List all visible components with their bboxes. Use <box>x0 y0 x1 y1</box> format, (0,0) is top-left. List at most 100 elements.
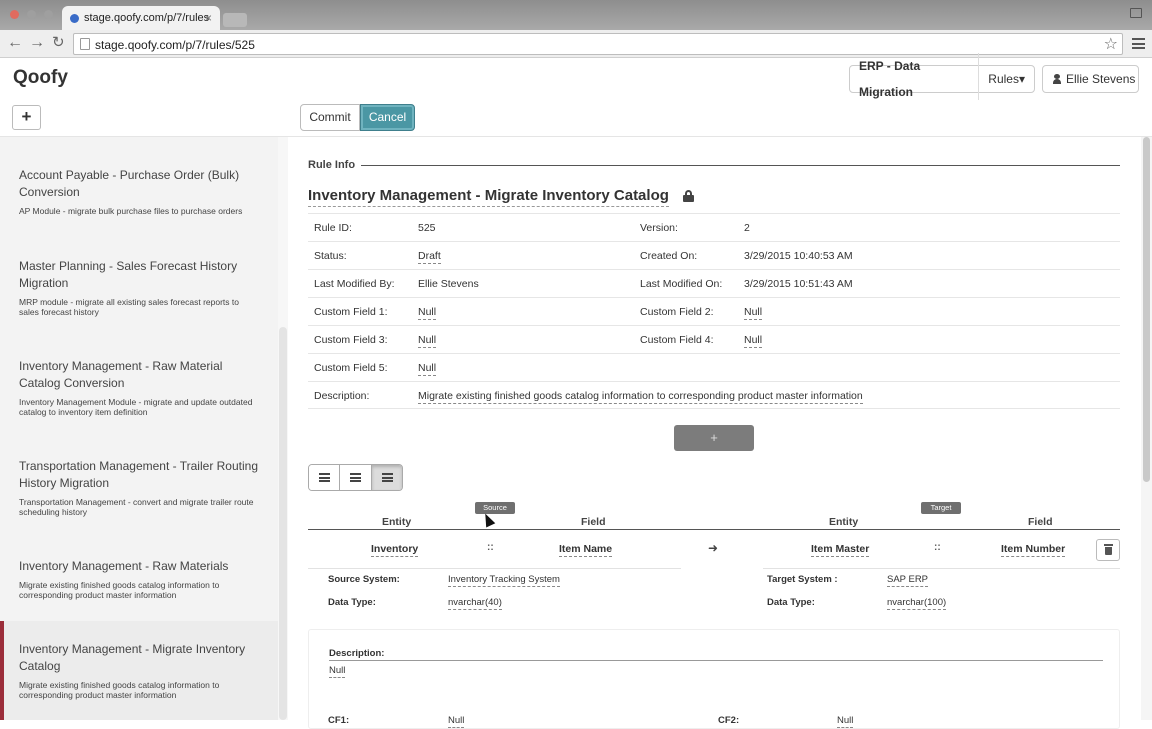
info-row: Custom Field 1: Null Custom Field 2: Nul… <box>308 297 1120 325</box>
rule-list-item-active[interactable]: Inventory Management - Migrate Inventory… <box>0 621 278 720</box>
custom-field-3-label: Custom Field 3: <box>314 334 388 346</box>
toolbar: + Commit Cancel <box>0 100 1152 137</box>
rule-item-desc: Transportation Management - convert and … <box>19 497 254 517</box>
modified-on-label: Last Modified On: <box>640 278 723 290</box>
rule-list-item[interactable]: Transportation Management - Trailer Rout… <box>0 458 278 517</box>
trash-icon <box>1104 544 1113 555</box>
window-close-button[interactable] <box>10 10 19 19</box>
detail-view-button[interactable] <box>371 465 402 490</box>
browser-tab[interactable]: stage.qoofy.com/p/7/rules × <box>62 6 220 30</box>
rule-list-item[interactable]: Account Payable - Purchase Order (Bulk) … <box>0 167 278 216</box>
rule-item-title: Account Payable - Purchase Order (Bulk) … <box>19 168 240 199</box>
list-icon <box>350 473 362 482</box>
info-row: Custom Field 5: Null <box>308 353 1120 381</box>
source-tag: Source <box>475 502 515 514</box>
custom-field-4-value[interactable]: Null <box>744 334 763 348</box>
status-value[interactable]: Draft <box>418 250 441 264</box>
rule-list-item[interactable]: Inventory Management - Raw Materials Mig… <box>0 558 278 600</box>
list-view-button[interactable] <box>309 465 341 490</box>
mapping-cf1-value[interactable]: Null <box>448 715 465 728</box>
custom-field-1-label: Custom Field 1: <box>314 306 388 318</box>
project-name[interactable]: ERP - Data Migration <box>850 53 980 105</box>
delete-mapping-button[interactable] <box>1096 539 1120 561</box>
main-scroll-thumb[interactable] <box>1143 137 1150 482</box>
rule-name[interactable]: Inventory Management - Migrate Inventory… <box>308 187 669 207</box>
list-icon <box>381 473 393 482</box>
modified-by-label: Last Modified By: <box>314 278 395 290</box>
fullscreen-icon[interactable] <box>1130 8 1142 18</box>
target-entity-value[interactable]: Item Master <box>811 543 870 557</box>
info-row: Custom Field 3: Null Custom Field 4: Nul… <box>308 325 1120 353</box>
reload-icon[interactable]: ↻ <box>52 34 65 52</box>
target-system-value[interactable]: SAP ERP <box>887 574 929 587</box>
add-rule-button[interactable]: + <box>12 105 41 130</box>
source-type-value[interactable]: nvarchar(40) <box>448 597 502 610</box>
rules-sidebar: Account Payable - Purchase Order (Bulk) … <box>0 137 278 720</box>
new-tab-button[interactable] <box>223 13 247 27</box>
forward-icon[interactable]: → <box>29 34 45 52</box>
rule-item-desc: Migrate existing finished goods catalog … <box>19 680 220 700</box>
add-mapping-button[interactable]: + <box>674 425 754 451</box>
mapping-cf1-label: CF1: <box>328 715 350 726</box>
modified-on-value: 3/29/2015 10:51:43 AM <box>744 278 853 290</box>
version-label: Version: <box>640 222 678 234</box>
rule-item-title: Inventory Management - Raw Material Cata… <box>19 359 223 390</box>
rule-item-desc: MRP module - migrate all existing sales … <box>19 297 239 317</box>
mapping-cf2-value[interactable]: Null <box>837 715 854 728</box>
info-row: Description: Migrate existing finished g… <box>308 381 1120 409</box>
tab-title: stage.qoofy.com/p/7/rules <box>84 12 210 24</box>
target-divider <box>763 568 1120 569</box>
target-field-value[interactable]: Item Number <box>1001 543 1066 557</box>
custom-field-1-value[interactable]: Null <box>418 306 437 320</box>
rule-item-title: Inventory Management - Migrate Inventory… <box>19 642 246 673</box>
target-field-header: Field <box>1028 516 1053 528</box>
address-bar[interactable]: stage.qoofy.com/p/7/rules/525 ☆ <box>73 33 1123 55</box>
back-icon[interactable]: ← <box>7 34 23 52</box>
target-tag: Target <box>921 502 961 514</box>
info-row: Status: Draft Created On: 3/29/2015 10:4… <box>308 241 1120 269</box>
custom-field-5-value[interactable]: Null <box>418 362 437 376</box>
star-icon[interactable]: ☆ <box>1104 34 1118 54</box>
main-scrollbar[interactable] <box>1141 137 1152 720</box>
version-value: 2 <box>744 222 750 234</box>
custom-field-2-label: Custom Field 2: <box>640 306 714 318</box>
status-label: Status: <box>314 250 347 262</box>
description-value[interactable]: Migrate existing finished goods catalog … <box>418 390 863 404</box>
arrow-right-icon: ➜ <box>708 541 719 555</box>
project-breadcrumb: ERP - Data Migration Rules▾ <box>849 53 1035 105</box>
custom-field-3-value[interactable]: Null <box>418 334 437 348</box>
rule-item-title: Inventory Management - Raw Materials <box>19 559 229 573</box>
cancel-button[interactable]: Cancel <box>360 104 415 131</box>
source-system-value[interactable]: Inventory Tracking System <box>448 574 560 587</box>
source-entity-value[interactable]: Inventory <box>371 543 419 557</box>
target-entity-header: Entity <box>829 516 859 528</box>
sidebar-scrollbar[interactable] <box>278 137 288 720</box>
menu-icon[interactable] <box>1132 38 1145 49</box>
target-type-value[interactable]: nvarchar(100) <box>887 597 947 610</box>
url-text[interactable]: stage.qoofy.com/p/7/rules/525 <box>95 38 255 52</box>
window-maximize-button[interactable] <box>44 10 53 19</box>
mapping-description-label: Description: <box>329 648 385 659</box>
sidebar-scroll-thumb[interactable] <box>279 327 287 720</box>
mapping-header-divider <box>308 529 1120 530</box>
mapping-cf2-label: CF2: <box>718 715 740 726</box>
commit-button[interactable]: Commit <box>300 104 360 131</box>
window-minimize-button[interactable] <box>27 10 36 19</box>
modified-by-value: Ellie Stevens <box>418 278 479 290</box>
brand-logo[interactable]: Qoofy <box>13 67 68 89</box>
custom-field-2-value[interactable]: Null <box>744 306 763 320</box>
section-title: Rule Info <box>308 159 356 171</box>
compact-view-button[interactable] <box>340 465 372 490</box>
description-label: Description: <box>314 390 370 402</box>
source-field-header: Field <box>581 516 606 528</box>
rule-item-desc: Inventory Management Module - migrate an… <box>19 397 253 417</box>
user-menu-button[interactable]: Ellie Stevens <box>1042 65 1139 93</box>
view-toggle-group <box>308 464 403 491</box>
source-field-value[interactable]: Item Name <box>559 543 613 557</box>
tab-close-icon[interactable]: × <box>205 11 212 25</box>
rules-dropdown[interactable]: Rules▾ <box>979 72 1034 86</box>
mapping-description-value[interactable]: Null <box>329 665 346 678</box>
info-row: Last Modified By: Ellie Stevens Last Mod… <box>308 269 1120 297</box>
rule-list-item[interactable]: Master Planning - Sales Forecast History… <box>0 258 278 317</box>
rule-list-item[interactable]: Inventory Management - Raw Material Cata… <box>0 358 278 417</box>
